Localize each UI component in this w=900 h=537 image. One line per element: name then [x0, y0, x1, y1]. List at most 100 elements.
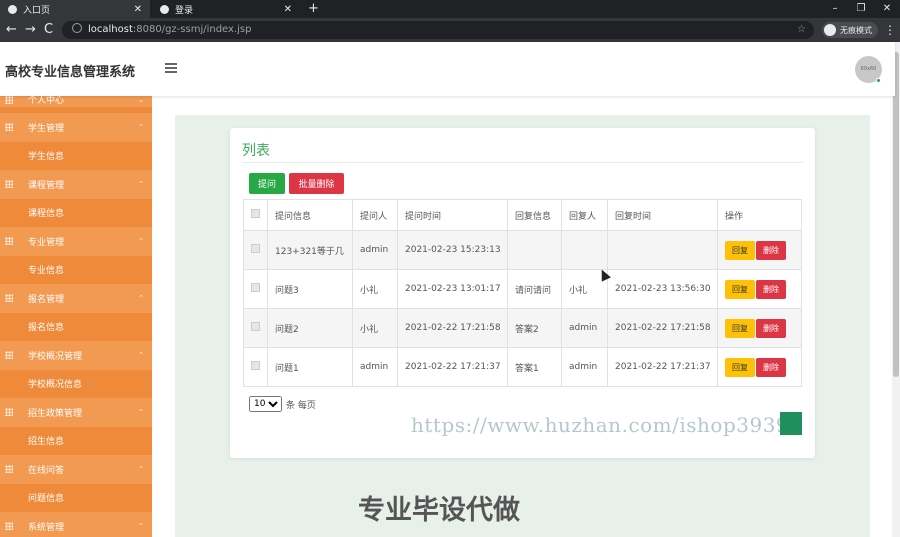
select-all-cell	[243, 199, 268, 231]
sidebar-item-label: 招生政策管理	[28, 408, 83, 419]
reply-time-cell: 2021-02-23 13:56:30	[607, 269, 718, 309]
grid-icon	[5, 237, 13, 246]
row-checkbox[interactable]	[251, 322, 260, 331]
reply-button[interactable]: 回复	[725, 318, 755, 338]
actions-cell: 回复 删除	[717, 347, 802, 387]
question-cell: 问题1	[267, 347, 353, 387]
list-card: 列表 提问 批量删除 提问信息 提问人 提问时间 回复信息 回复人 回复时间 操…	[230, 128, 815, 458]
sidebar-item-personal-center[interactable]: 个人中心 ⌄	[0, 96, 152, 107]
sidebar-item-major-management[interactable]: 专业管理 ⌃	[0, 227, 152, 256]
sidebar-subitem-major-info[interactable]: 专业信息	[0, 255, 152, 284]
chevron-up-icon: ⌃	[138, 408, 144, 417]
window-controls: – ❐ ✕	[822, 0, 900, 18]
sidebar-item-student-management[interactable]: 学生管理 ⌃	[0, 113, 152, 142]
replier-cell: admin	[561, 308, 608, 348]
promo-text: 专业毕设代做	[358, 495, 520, 526]
reload-button[interactable]: C	[44, 18, 53, 42]
actions-cell: 回复 删除	[717, 308, 802, 348]
delete-button[interactable]: 删除	[756, 279, 786, 299]
reply-time-cell	[607, 230, 718, 270]
sidebar-item-label: 个人中心	[28, 96, 65, 106]
batch-delete-button[interactable]: 批量删除	[289, 173, 344, 194]
reply-button[interactable]: 回复	[725, 240, 755, 260]
asker-cell: admin	[352, 230, 398, 270]
column-header: 回复时间	[607, 199, 718, 231]
chevron-down-icon: ⌄	[138, 96, 144, 104]
sidebar-item-label: 学生管理	[28, 123, 65, 134]
row-select-cell	[243, 308, 268, 348]
ask-time-cell: 2021-02-23 15:23:13	[397, 230, 508, 270]
restore-button[interactable]: ❐	[848, 0, 874, 18]
reply-button[interactable]: 回复	[725, 279, 755, 299]
row-checkbox[interactable]	[251, 361, 260, 370]
delete-button[interactable]: 删除	[756, 357, 786, 377]
incognito-badge[interactable]: 无痕模式	[822, 22, 878, 38]
browser-tab-entry[interactable]: 入口页 ✕	[0, 0, 150, 18]
online-status-dot	[876, 78, 881, 83]
sidebar-item-admission-policy-management[interactable]: 招生政策管理 ⌃	[0, 398, 152, 427]
grid-icon	[5, 294, 13, 303]
select-all-checkbox[interactable]	[251, 209, 260, 218]
grid-icon	[5, 96, 13, 104]
sidebar-item-online-qa[interactable]: 在线问答 ⌃	[0, 455, 152, 484]
actions-cell: 回复 删除	[717, 269, 802, 309]
grid-icon	[5, 465, 13, 474]
chevron-up-icon: ⌃	[138, 522, 144, 531]
row-select-cell	[243, 269, 268, 309]
page-scrollbar[interactable]	[892, 42, 900, 537]
row-checkbox[interactable]	[251, 283, 260, 292]
column-header: 回复信息	[507, 199, 562, 231]
sidebar-subitem-school-overview-info[interactable]: 学校概况信息	[0, 369, 152, 398]
globe-icon	[160, 4, 169, 14]
close-tab-icon[interactable]: ✕	[134, 4, 142, 15]
scrollbar-thumb[interactable]	[893, 52, 899, 377]
url-host: localhost	[88, 24, 133, 35]
chevron-up-icon: ⌃	[138, 294, 144, 303]
url-path: :8080/gz-ssmj/index.jsp	[132, 24, 252, 35]
reply-time-cell: 2021-02-22 17:21:58	[607, 308, 718, 348]
table-row: 问题3 小礼 2021-02-23 13:01:17 请问请问 小礼 2021-…	[243, 269, 802, 309]
browser-tab-login[interactable]: 登录 ✕	[152, 0, 300, 18]
url-input[interactable]: localhost:8080/gz-ssmj/index.jsp ☆	[62, 21, 814, 39]
sidebar-subitem-question-info[interactable]: 问题信息	[0, 483, 152, 512]
forward-button[interactable]: →	[25, 18, 36, 42]
browser-menu-icon[interactable]: ⋮	[884, 18, 896, 42]
sidebar-subitem-course-info[interactable]: 课程信息	[0, 198, 152, 227]
reply-button[interactable]: 回复	[725, 357, 755, 377]
sidebar-item-school-overview-management[interactable]: 学校概况管理 ⌃	[0, 341, 152, 370]
column-header: 回复人	[561, 199, 608, 231]
chevron-up-icon: ⌃	[138, 237, 144, 246]
replier-cell: admin	[561, 347, 608, 387]
replier-cell	[561, 230, 608, 270]
delete-button[interactable]: 删除	[756, 318, 786, 338]
page-size-select[interactable]: 10	[249, 396, 282, 412]
ask-button[interactable]: 提问	[249, 173, 285, 194]
close-window-button[interactable]: ✕	[874, 0, 900, 18]
chevron-up-icon: ⌃	[138, 180, 144, 189]
close-tab-icon[interactable]: ✕	[284, 4, 292, 15]
sidebar-subitem-admission-info[interactable]: 招生信息	[0, 426, 152, 455]
sidebar-subitem-enrollment-info[interactable]: 报名信息	[0, 312, 152, 341]
sidebar-item-course-management[interactable]: 课程管理 ⌃	[0, 170, 152, 199]
column-header: 提问信息	[267, 199, 353, 231]
grid-icon	[5, 180, 13, 189]
page-size-suffix: 条 每页	[286, 400, 316, 411]
chevron-up-icon: ⌃	[138, 123, 144, 132]
sidebar-item-enrollment-management[interactable]: 报名管理 ⌃	[0, 284, 152, 313]
grid-icon	[5, 522, 13, 531]
ask-time-cell: 2021-02-22 17:21:37	[397, 347, 508, 387]
reply-cell: 答案2	[507, 308, 562, 348]
address-bar: ← → C localhost:8080/gz-ssmj/index.jsp ☆…	[0, 18, 900, 42]
row-checkbox[interactable]	[251, 244, 260, 253]
info-icon[interactable]	[72, 23, 82, 33]
tab-label: 登录	[175, 5, 194, 16]
question-cell: 问题3	[267, 269, 353, 309]
back-button[interactable]: ←	[6, 18, 17, 42]
sidebar-subitem-student-info[interactable]: 学生信息	[0, 141, 152, 170]
minimize-button[interactable]: –	[822, 0, 848, 18]
delete-button[interactable]: 删除	[756, 240, 786, 260]
sidebar-item-system-management[interactable]: 系统管理 ⌃	[0, 512, 152, 537]
new-tab-button[interactable]: +	[308, 0, 319, 18]
bookmark-star-icon[interactable]: ☆	[797, 21, 806, 39]
menu-toggle-icon[interactable]	[165, 63, 177, 73]
